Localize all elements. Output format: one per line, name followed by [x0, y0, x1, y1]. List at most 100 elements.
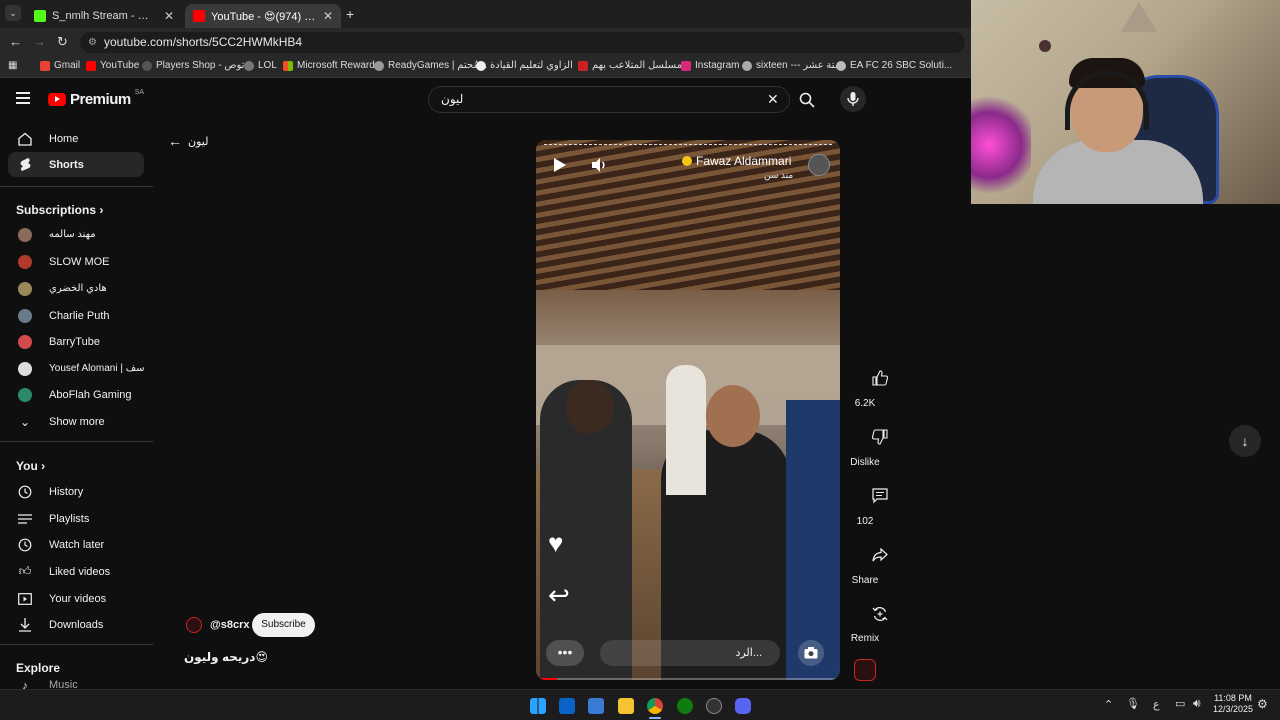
volume-icon — [592, 158, 605, 172]
windows-start-icon[interactable] — [530, 698, 546, 714]
browser-tab-active[interactable]: YouTube - 😍دريحه وليون (974) ✕ — [185, 4, 341, 28]
video-person-left-head — [566, 380, 614, 434]
sidebar-item-liked-videos[interactable]: 👍︎ Liked videos — [8, 559, 144, 584]
steam-icon[interactable] — [706, 698, 722, 714]
volume-icon[interactable]: 🔊︎ — [1193, 696, 1201, 711]
share-button[interactable] — [864, 539, 896, 571]
clock-date: 12/3/2025 — [1212, 704, 1254, 714]
sidebar-subscription[interactable]: AboFlah Gaming — [8, 382, 144, 407]
play-pause-button[interactable] — [550, 156, 574, 180]
apps-icon[interactable]: ▦ — [8, 60, 17, 71]
sidebar-subscription[interactable]: هادي الخضري — [8, 276, 144, 301]
avatar — [18, 281, 32, 296]
remix-button[interactable] — [864, 598, 896, 630]
bookmark-zawy[interactable]: الزاوي لتعليم القيادة — [476, 60, 573, 71]
reload-icon[interactable]: ↻ — [57, 34, 68, 50]
store-icon[interactable] — [588, 698, 604, 714]
sidebar-subscription[interactable]: SLOW MOE — [8, 249, 144, 274]
sidebar-subscription[interactable]: Charlie Puth — [8, 303, 144, 328]
subscribe-button[interactable]: Subscribe — [252, 613, 315, 637]
bookmark-readygames[interactable]: ReadyGames | مُحتم... — [374, 60, 487, 71]
channel-handle[interactable]: @s8crx — [210, 619, 249, 631]
arrow-down-icon: ↓ — [1241, 433, 1249, 449]
sidebar-item-shorts[interactable]: Shorts — [8, 152, 144, 177]
youtube-logo[interactable]: Premium SA — [48, 89, 144, 108]
sidebar-item-history[interactable]: History — [8, 479, 144, 504]
voice-search-button[interactable] — [840, 86, 866, 112]
bookmark-instagram[interactable]: Instagram — [681, 60, 739, 71]
sidebar-item-downloads[interactable]: Downloads — [8, 612, 144, 637]
short-video-player[interactable]: Fawaz Aldammari منذ سن ♥ ↩ ••• الرد... — [536, 140, 840, 680]
video-progress-bar[interactable] — [536, 678, 840, 680]
bookmark-youtube[interactable]: YouTube — [86, 60, 139, 71]
clear-search-icon[interactable]: ✕ — [767, 87, 779, 112]
kick-icon — [34, 10, 46, 22]
close-tab-icon[interactable]: ✕ — [323, 9, 333, 23]
share-label: Share — [851, 575, 879, 586]
channel-avatar[interactable] — [186, 617, 202, 633]
thumbs-up-icon — [872, 370, 888, 386]
discord-icon[interactable] — [735, 698, 751, 714]
webcam-pink-light — [971, 95, 1031, 195]
forward-icon[interactable]: → — [33, 34, 46, 49]
avatar — [18, 254, 32, 269]
file-explorer-icon[interactable] — [618, 698, 634, 714]
video-person-back — [666, 365, 706, 495]
bookmark-ea-fc[interactable]: EA FC 26 SBC Soluti... — [836, 60, 952, 71]
sidebar-item-your-videos[interactable]: Your videos — [8, 586, 144, 611]
sidebar-subscription[interactable]: مهند سالمه — [8, 222, 144, 247]
show-more-button[interactable]: ⌄ Show more — [8, 409, 144, 434]
volume-button[interactable] — [590, 156, 614, 180]
tab-list-button[interactable]: ⌄ — [5, 5, 21, 21]
chrome-icon[interactable] — [647, 698, 663, 714]
network-icon[interactable]: ▭ — [1175, 697, 1185, 710]
home-icon — [18, 132, 32, 146]
url-field[interactable]: ⚙ youtube.com/shorts/5CC2HWMkHB4 — [80, 32, 965, 53]
menu-icon[interactable] — [16, 92, 30, 104]
comments-button[interactable] — [864, 480, 896, 512]
sidebar-item-watch-later[interactable]: Watch later — [8, 532, 144, 557]
bookmark-players-shop[interactable]: Players Shop - توص... — [142, 60, 253, 71]
subscriptions-heading[interactable]: Subscriptions › — [16, 203, 103, 217]
sound-avatar[interactable] — [854, 659, 876, 681]
like-button[interactable] — [864, 362, 896, 394]
site-info-icon[interactable]: ⚙ — [88, 32, 97, 53]
sidebar-item-playlists[interactable]: Playlists — [8, 506, 144, 531]
camera-button[interactable] — [798, 640, 824, 666]
webcam-wall-ornament — [1039, 40, 1051, 52]
new-tab-button[interactable]: + — [346, 6, 354, 22]
outlook-icon[interactable] — [559, 698, 575, 714]
back-icon[interactable]: ← — [9, 34, 22, 49]
sidebar-item-label: Shorts — [49, 158, 84, 171]
share-icon — [872, 548, 888, 562]
bookmark-sixteen[interactable]: sixteen --- ستة عشر — [742, 60, 843, 71]
back-to-search-button[interactable]: ← ليون — [168, 133, 208, 149]
close-tab-icon[interactable]: ✕ — [164, 9, 174, 23]
bookmark-microsoft-rewards[interactable]: Microsoft Rewards — [283, 60, 380, 71]
browser-tab[interactable]: S_nmlh Stream - Watch Live on ✕ — [26, 4, 182, 28]
tray-chevron-up-icon[interactable]: ⌃ — [1104, 698, 1113, 711]
sidebar-subscription[interactable]: BarryTube — [8, 329, 144, 354]
xbox-icon[interactable] — [677, 698, 693, 714]
download-icon — [18, 617, 32, 632]
bookmark-gmail[interactable]: Gmail — [40, 60, 80, 71]
sidebar-subscription[interactable]: Yousef Alomani | يوسف... — [8, 356, 144, 381]
tray-microphone-icon[interactable]: 🎙︎ — [1126, 697, 1140, 710]
search-button[interactable] — [794, 88, 820, 112]
more-options-button[interactable]: ••• — [546, 640, 584, 666]
bookmark-lol[interactable]: LOL — [244, 60, 277, 71]
next-short-button[interactable]: ↓ — [1229, 425, 1261, 457]
logo-text: Premium — [70, 91, 131, 108]
chevron-down-icon: ⌄ — [19, 414, 31, 429]
bookmark-series[interactable]: مسلسل المتلاعب بهم... — [578, 60, 690, 71]
dislike-button[interactable] — [864, 421, 896, 453]
comment-reply-field[interactable]: الرد... — [600, 640, 780, 666]
play-icon — [554, 158, 566, 172]
sidebar-item-home[interactable]: Home — [8, 126, 144, 151]
clock[interactable]: 11:08 PM 12/3/2025 — [1212, 693, 1254, 715]
input-language[interactable]: ع — [1153, 698, 1160, 711]
notifications-icon[interactable]: ⚙ — [1257, 697, 1268, 711]
video-person-center-head — [706, 385, 760, 447]
you-heading[interactable]: You › — [16, 459, 45, 473]
search-input[interactable]: ليون ✕ — [428, 86, 790, 113]
